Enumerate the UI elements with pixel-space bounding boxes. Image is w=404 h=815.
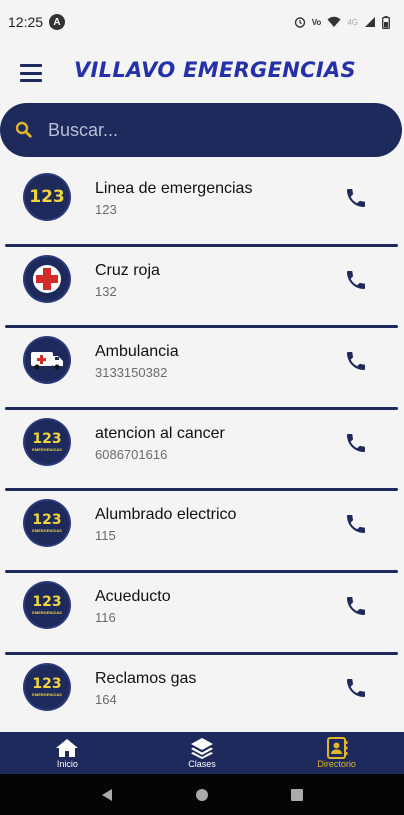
- search-icon: [15, 121, 32, 138]
- nav-label: Clases: [188, 759, 216, 769]
- phone-icon[interactable]: [344, 349, 368, 373]
- search-bar[interactable]: [0, 103, 402, 157]
- badge-123-icon: 123: [25, 175, 69, 219]
- status-bar: 12:25 A Vo 4G: [0, 0, 404, 44]
- battery-icon: [382, 15, 390, 29]
- ambulance-icon: [25, 338, 69, 383]
- nav-label: Inicio: [56, 759, 78, 769]
- contact-number: 123: [95, 202, 117, 217]
- system-nav-bar: [0, 774, 404, 815]
- phone-icon[interactable]: [344, 512, 368, 536]
- app-title: VILLAVO EMERGENCIAS: [74, 58, 356, 82]
- nav-inicio[interactable]: Inicio: [0, 732, 135, 774]
- contact-number: 6086701616: [95, 446, 168, 462]
- phone-icon[interactable]: [344, 594, 368, 618]
- search-input[interactable]: [46, 118, 350, 142]
- contact-name: Ambulancia: [95, 343, 179, 361]
- contact-name: Cruz roja: [95, 261, 160, 279]
- recents-icon[interactable]: [290, 788, 304, 802]
- contacts-book-icon: [326, 737, 348, 759]
- badge-123-emergencias-icon: 123 EMERGENCIAS: [25, 501, 69, 546]
- network-4g-icon: 4G: [347, 17, 358, 27]
- back-icon[interactable]: [100, 788, 114, 802]
- alarm-icon: [294, 17, 305, 28]
- badge-123-emergencias-icon: 123 EMERGENCIAS: [25, 419, 69, 464]
- phone-icon[interactable]: [344, 431, 368, 455]
- notification-icon: A: [49, 14, 66, 30]
- signal-icon: [365, 17, 375, 27]
- contact-name: atencion al cancer: [95, 424, 225, 442]
- nav-clases[interactable]: Clases: [135, 732, 270, 774]
- status-time: 12:25: [8, 14, 44, 30]
- contact-item-emergencias[interactable]: 123 Linea de emergencias 123: [0, 165, 404, 247]
- contact-item-cancer[interactable]: 123 EMERGENCIAS atencion al cancer 608670…: [0, 410, 404, 492]
- volte-icon: Vo: [311, 17, 322, 27]
- contact-list: 123 Linea de emergencias 123 Cruz roja 1…: [0, 165, 404, 737]
- contact-name: Reclamos gas: [95, 669, 197, 687]
- menu-icon[interactable]: [20, 64, 42, 82]
- home-icon: [56, 739, 79, 757]
- contact-name: Alumbrado electrico: [95, 506, 237, 524]
- badge-123-emergencias-icon: 123 EMERGENCIAS: [25, 664, 69, 709]
- contact-number: 164: [95, 691, 117, 707]
- contact-item-alumbrado[interactable]: 123 EMERGENCIAS Alumbrado electrico 115: [0, 491, 404, 573]
- wifi-icon: [327, 16, 341, 27]
- contact-number: 3133150382: [95, 365, 168, 381]
- home-button-icon[interactable]: [195, 788, 209, 802]
- phone-icon[interactable]: [344, 268, 368, 292]
- badge-123-emergencias-icon: 123 EMERGENCIAS: [25, 582, 69, 627]
- contact-number: 116: [95, 609, 116, 625]
- contact-item-cruz-roja[interactable]: Cruz roja 132: [0, 247, 404, 329]
- contact-number: 115: [95, 528, 116, 544]
- phone-icon[interactable]: [344, 186, 368, 210]
- contact-number: 132: [95, 283, 117, 299]
- red-cross-icon: [25, 256, 69, 301]
- contact-item-ambulancia[interactable]: Ambulancia 3133150382: [0, 328, 404, 410]
- nav-directorio[interactable]: Directorio: [269, 732, 404, 774]
- contact-name: Linea de emergencias: [95, 180, 253, 197]
- contact-item-acueducto[interactable]: 123 EMERGENCIAS Acueducto 116: [0, 573, 404, 655]
- contact-name: Acueducto: [95, 587, 171, 605]
- layers-icon: [191, 738, 213, 759]
- phone-icon[interactable]: [344, 676, 368, 700]
- bottom-nav: Inicio Clases Directorio: [0, 732, 404, 774]
- contact-item-gas[interactable]: 123 EMERGENCIAS Reclamos gas 164: [0, 655, 404, 737]
- nav-label: Directorio: [317, 759, 356, 769]
